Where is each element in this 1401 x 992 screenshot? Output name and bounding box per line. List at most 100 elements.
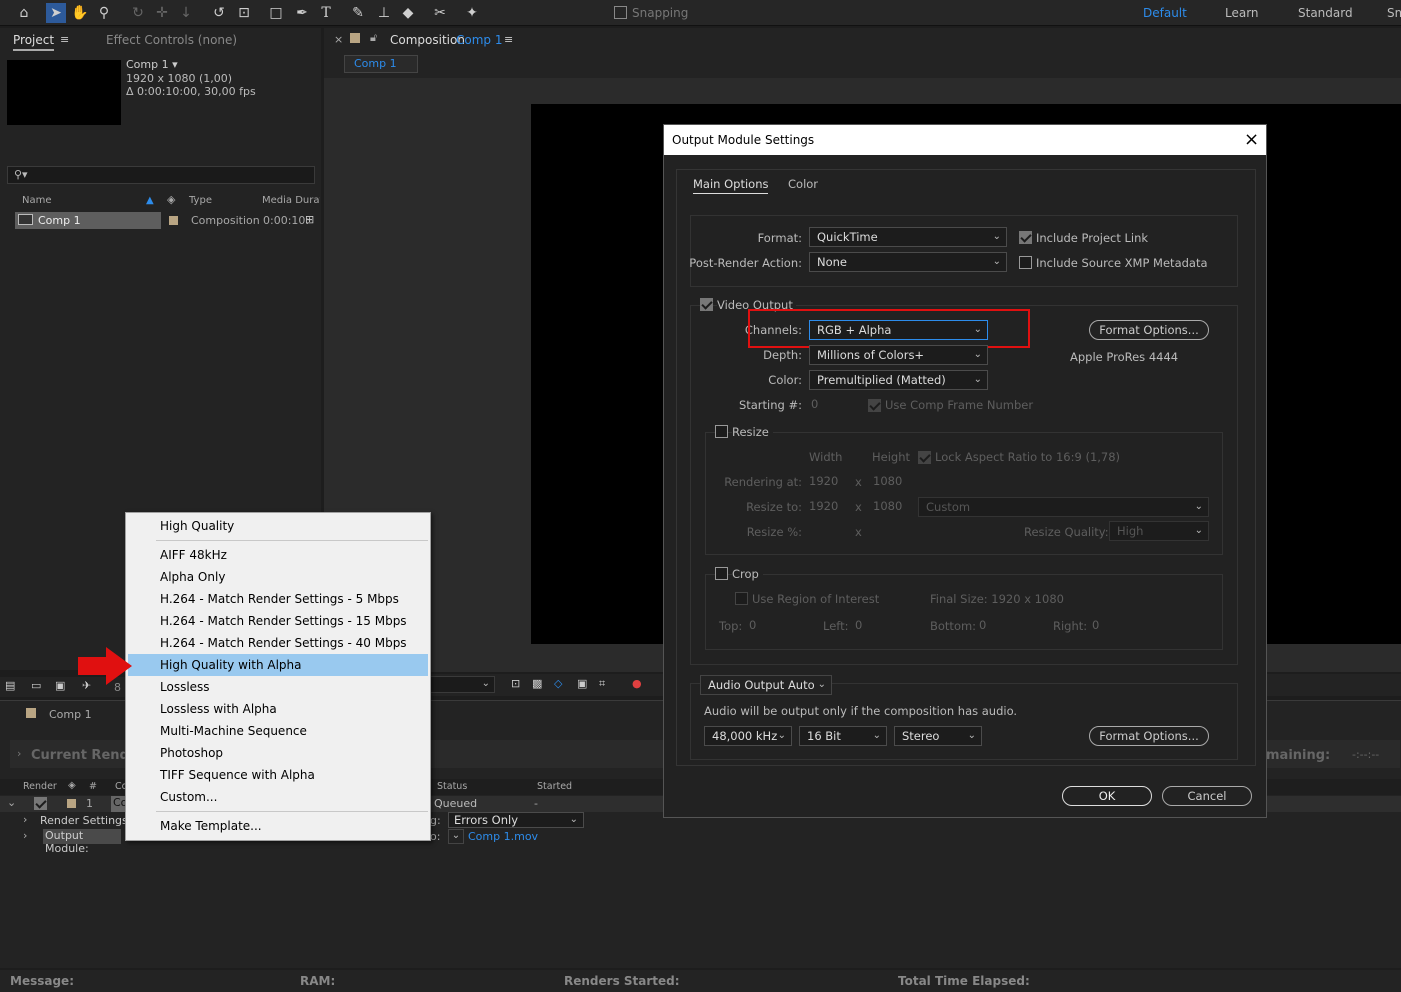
sample-rate-dropdown[interactable]: 48,000 kHz ⌄: [704, 726, 792, 746]
col-render[interactable]: Render: [23, 781, 57, 792]
transparency-grid-icon[interactable]: ▩: [532, 677, 542, 690]
eraser-tool-icon[interactable]: ◆: [398, 3, 418, 23]
crop-checkbox[interactable]: [715, 567, 728, 580]
pan-tool-icon[interactable]: ✛: [152, 3, 172, 23]
snapping-checkbox[interactable]: [614, 6, 627, 19]
hand-tool-icon[interactable]: ✋: [70, 3, 90, 23]
chevron-down-icon[interactable]: ⌄: [7, 796, 16, 809]
chevron-right-icon[interactable]: ›: [17, 747, 21, 760]
chevron-right-icon[interactable]: ›: [23, 829, 27, 842]
zoom-tool-icon[interactable]: ⚲: [94, 3, 114, 23]
menu-item-lossless[interactable]: Lossless: [128, 676, 428, 698]
selection-tool-icon[interactable]: ➤: [46, 3, 66, 23]
channels-audio-dropdown[interactable]: Stereo ⌄: [894, 726, 982, 746]
menu-item-custom[interactable]: Custom...: [128, 786, 428, 808]
render-checkbox[interactable]: [34, 797, 47, 810]
workspace-learn[interactable]: Learn: [1225, 6, 1259, 20]
menu-item-tiff-alpha[interactable]: TIFF Sequence with Alpha: [128, 764, 428, 786]
flowchart-icon[interactable]: ⊞: [305, 213, 314, 226]
new-folder-icon[interactable]: ▭: [31, 679, 41, 692]
menu-item-h264-5[interactable]: H.264 - Match Render Settings - 5 Mbps: [128, 588, 428, 610]
snapshot-icon[interactable]: ⌗: [599, 677, 605, 691]
use-roi-checkbox[interactable]: [735, 592, 748, 605]
brush-tool-icon[interactable]: ✎: [348, 3, 368, 23]
render-settings-label[interactable]: Render Settings:: [40, 814, 131, 827]
col-started[interactable]: Started: [537, 781, 572, 792]
ok-button[interactable]: OK: [1062, 786, 1152, 806]
menu-item-lossless-alpha[interactable]: Lossless with Alpha: [128, 698, 428, 720]
close-tab-icon[interactable]: ×: [334, 33, 343, 46]
render-comp-tab[interactable]: Comp 1: [49, 708, 92, 721]
menu-item-multi-machine[interactable]: Multi-Machine Sequence: [128, 720, 428, 742]
col-media-duration[interactable]: Media Duration: [262, 195, 320, 206]
bit-depth-dropdown[interactable]: 16 Bit ⌄: [799, 726, 887, 746]
viewer-tab[interactable]: Comp 1: [344, 55, 418, 73]
region-of-interest-icon[interactable]: ⊡: [511, 677, 520, 690]
menu-item-h264-40[interactable]: H.264 - Match Render Settings - 40 Mbps: [128, 632, 428, 654]
puppet-pin-icon[interactable]: ✦: [462, 3, 482, 23]
close-icon[interactable]: ×: [1244, 129, 1259, 150]
clone-stamp-icon[interactable]: ⊥: [374, 3, 394, 23]
new-comp-icon[interactable]: ▣: [55, 679, 65, 692]
mask-visibility-icon[interactable]: ◇: [554, 677, 562, 690]
resize-preset-dropdown[interactable]: Custom ⌄: [918, 497, 1209, 517]
tab-project[interactable]: Project: [13, 33, 55, 51]
use-comp-frame-checkbox[interactable]: [868, 399, 881, 412]
lock-aspect-checkbox[interactable]: [918, 451, 931, 464]
panel-menu-icon[interactable]: ≡: [60, 33, 69, 46]
lock-icon[interactable]: 🔓︎: [370, 31, 377, 45]
home-icon[interactable]: ⌂: [14, 3, 34, 23]
menu-item-high-quality[interactable]: High Quality: [128, 515, 428, 537]
resize-quality-dropdown[interactable]: High ⌄: [1109, 521, 1209, 541]
orbit-tool-icon[interactable]: ↻: [128, 3, 148, 23]
post-render-dropdown[interactable]: None ⌄: [809, 252, 1007, 272]
menu-item-make-template[interactable]: Make Template...: [128, 815, 428, 837]
workspace-default[interactable]: Default: [1143, 6, 1187, 20]
format-dropdown[interactable]: QuickTime ⌄: [809, 227, 1007, 247]
comp-tab-name[interactable]: Comp 1: [456, 33, 502, 47]
label-color-swatch[interactable]: [169, 216, 178, 225]
include-project-link-checkbox[interactable]: [1019, 231, 1032, 244]
tab-color[interactable]: Color: [788, 177, 818, 191]
channel-icon[interactable]: ●: [632, 677, 642, 690]
workspace-small[interactable]: Sm: [1387, 6, 1401, 20]
include-xmp-checkbox[interactable]: [1019, 256, 1032, 269]
chevron-right-icon[interactable]: ›: [23, 813, 27, 826]
panel-menu-icon[interactable]: ≡: [504, 33, 513, 46]
roto-brush-icon[interactable]: ✂: [430, 3, 450, 23]
workspace-standard[interactable]: Standard: [1298, 6, 1353, 20]
anchor-tool-icon[interactable]: ⊡: [234, 3, 254, 23]
label-tag-icon[interactable]: ◈: [68, 780, 76, 791]
depth-dropdown[interactable]: Millions of Colors+ ⌄: [809, 345, 988, 365]
menu-item-photoshop[interactable]: Photoshop: [128, 742, 428, 764]
comp-name[interactable]: Comp 1 ▾: [126, 58, 178, 71]
menu-item-aiff[interactable]: AIFF 48kHz: [128, 544, 428, 566]
interpret-footage-icon[interactable]: ▤: [5, 679, 15, 692]
col-type[interactable]: Type: [189, 195, 212, 206]
col-status[interactable]: Status: [437, 781, 467, 792]
col-name[interactable]: Name: [22, 195, 52, 206]
cancel-button[interactable]: Cancel: [1162, 786, 1252, 806]
resize-checkbox[interactable]: [715, 425, 728, 438]
menu-item-alpha-only[interactable]: Alpha Only: [128, 566, 428, 588]
label-tag-icon[interactable]: ◈: [167, 193, 175, 206]
type-tool-icon[interactable]: T: [316, 3, 336, 23]
label-color-swatch[interactable]: [67, 799, 76, 808]
search-input[interactable]: ⚲▾: [7, 166, 315, 184]
audio-output-dropdown[interactable]: Audio Output Auto ⌄: [700, 675, 832, 695]
tab-main-options[interactable]: Main Options: [693, 177, 769, 194]
output-file-link[interactable]: Comp 1.mov: [468, 830, 538, 843]
menu-item-high-quality-alpha[interactable]: High Quality with Alpha: [128, 654, 428, 676]
log-dropdown[interactable]: Errors Only ⌄: [448, 812, 584, 828]
pen-tool-icon[interactable]: ✒: [292, 3, 312, 23]
audio-format-options-button[interactable]: Format Options...: [1089, 726, 1209, 746]
safe-zones-icon[interactable]: ▣: [577, 677, 587, 690]
comp-tab-label[interactable]: Composition: [390, 33, 465, 47]
output-module-label[interactable]: Output Module:: [43, 829, 121, 855]
chevron-down-icon[interactable]: ⌄: [448, 829, 464, 844]
menu-item-h264-15[interactable]: H.264 - Match Render Settings - 15 Mbps: [128, 610, 428, 632]
dolly-tool-icon[interactable]: ↓: [176, 3, 196, 23]
format-options-button[interactable]: Format Options...: [1089, 320, 1209, 340]
col-number[interactable]: #: [89, 781, 97, 792]
rotate-tool-icon[interactable]: ↺: [209, 3, 229, 23]
